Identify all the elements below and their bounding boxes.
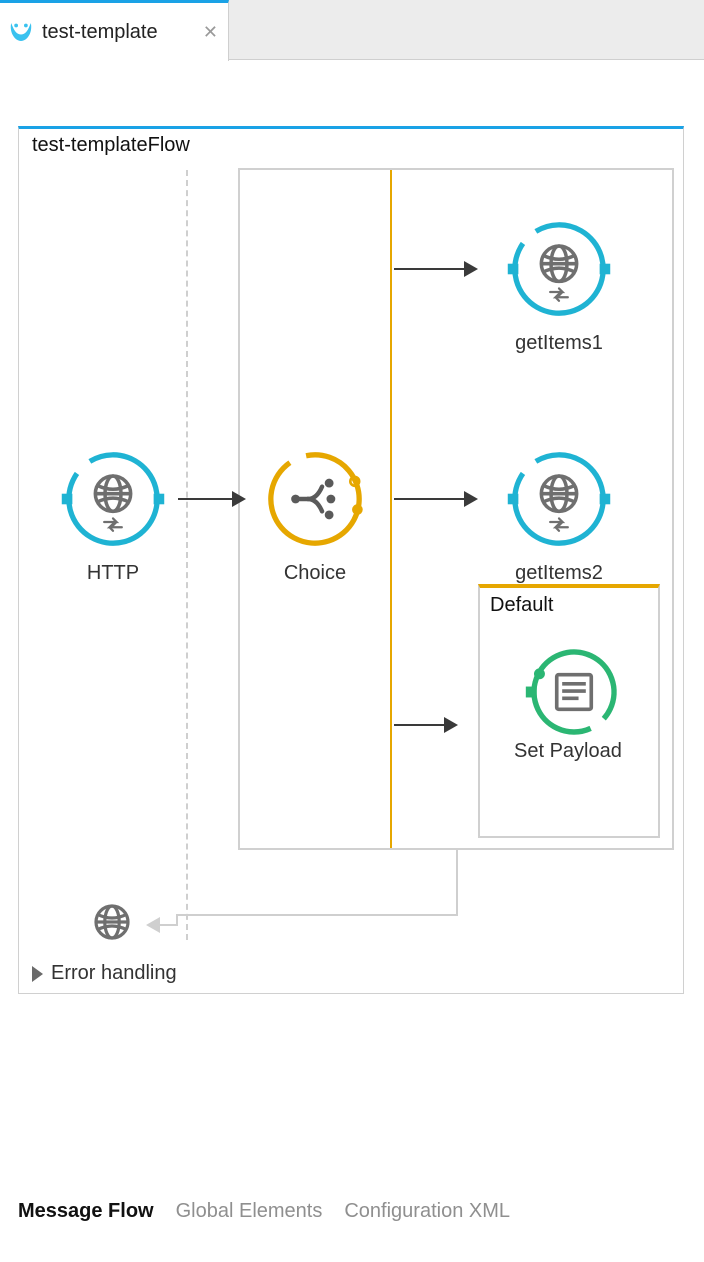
arrow-choice-to-getitems2 (394, 498, 476, 500)
set-payload-node[interactable]: Set Payload (514, 642, 622, 763)
editor-view-tabs: Message Flow Global Elements Configurati… (18, 1200, 510, 1223)
close-icon[interactable]: ✕ (203, 22, 218, 43)
editor-tab-label: test-template (42, 21, 158, 44)
choice-node[interactable]: Choice (262, 446, 368, 585)
http-icon (60, 446, 166, 552)
getitems2-label: getItems2 (515, 562, 603, 585)
http-node[interactable]: HTTP (60, 446, 166, 585)
arrow-choice-to-getitems1 (394, 268, 476, 270)
http-label: HTTP (87, 562, 139, 585)
source-divider (186, 170, 188, 940)
error-handling-label: Error handling (51, 962, 177, 985)
choice-label: Choice (284, 562, 346, 585)
chevron-right-icon (32, 966, 43, 982)
tab-message-flow[interactable]: Message Flow (18, 1200, 154, 1223)
set-payload-icon (524, 642, 612, 730)
flow-title: test-templateFlow (32, 134, 190, 157)
choice-icon (262, 446, 368, 552)
return-path-h (176, 914, 458, 916)
default-route-title: Default (490, 594, 553, 617)
mule-icon (8, 19, 34, 45)
flow-end-icon (88, 898, 136, 946)
arrow-http-to-choice (178, 498, 244, 500)
http-request-icon (506, 216, 612, 322)
editor-tab[interactable]: test-template ✕ (0, 0, 229, 61)
return-path-v (456, 850, 458, 916)
choice-route-divider (390, 170, 392, 848)
tab-global-elements[interactable]: Global Elements (176, 1200, 323, 1223)
getitems1-node[interactable]: getItems1 (506, 216, 612, 355)
error-handling-toggle[interactable]: Error handling (32, 962, 177, 985)
return-arrow (148, 924, 176, 926)
tab-configuration-xml[interactable]: Configuration XML (344, 1200, 510, 1223)
getitems1-label: getItems1 (515, 332, 603, 355)
set-payload-label: Set Payload (514, 740, 622, 763)
return-path-v2 (176, 914, 178, 926)
arrow-choice-to-default (394, 724, 456, 726)
http-request-icon (506, 446, 612, 552)
getitems2-node[interactable]: getItems2 (506, 446, 612, 585)
